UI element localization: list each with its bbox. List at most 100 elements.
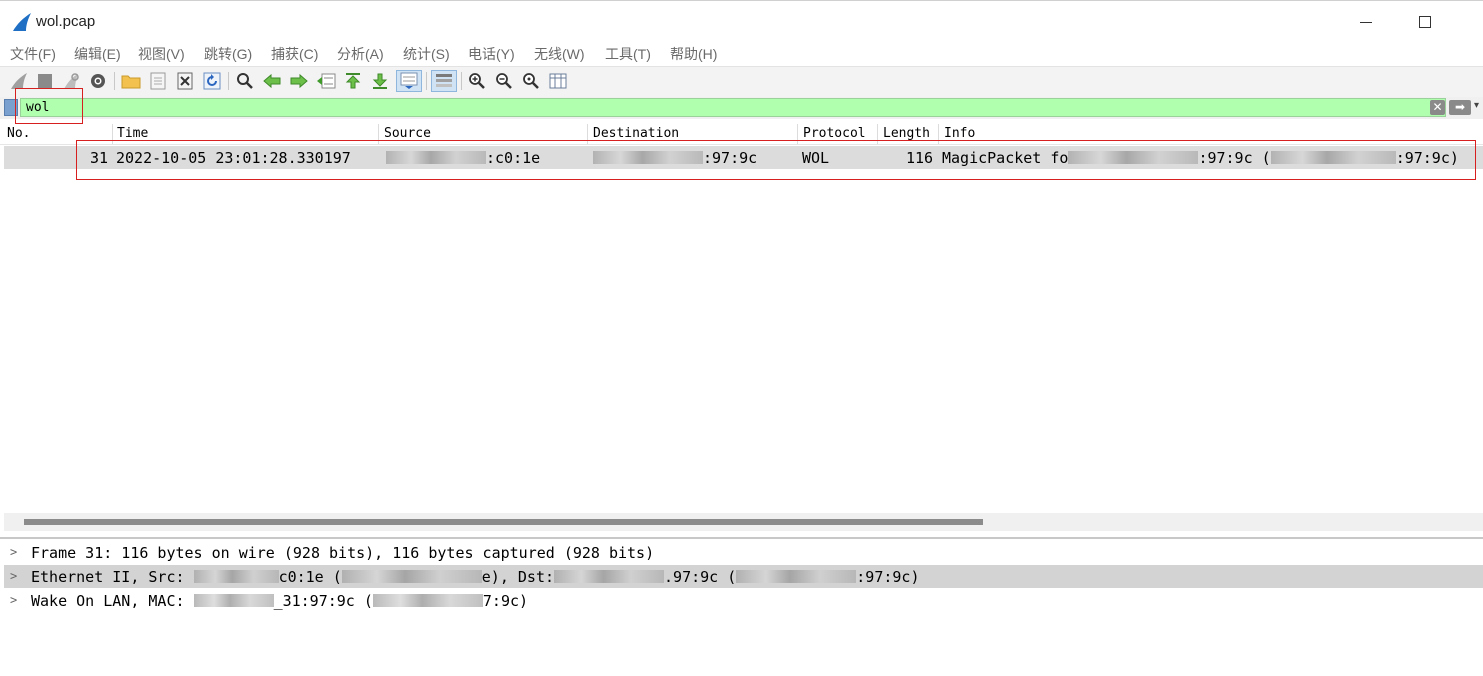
column-header-info[interactable]: Info xyxy=(944,126,975,141)
detail-row-frame[interactable]: > Frame 31: 116 bytes on wire (928 bits)… xyxy=(4,541,1483,564)
go-first-packet-button[interactable] xyxy=(342,70,364,92)
gear-icon xyxy=(91,74,105,88)
close-file-button[interactable] xyxy=(174,70,196,92)
packet-no: 31 xyxy=(90,149,109,167)
detail-ethernet-text: Ethernet II, Src: c0:1e (e), Dst: .97:9c … xyxy=(31,568,920,586)
packet-destination: :97:9c xyxy=(593,149,757,167)
detail-frame-text: Frame 31: 116 bytes on wire (928 bits), … xyxy=(31,544,655,562)
auto-scroll-icon xyxy=(400,72,418,89)
minimize-button[interactable] xyxy=(1351,9,1381,35)
column-header-no[interactable]: No. xyxy=(7,126,30,141)
menu-capture[interactable]: 捕获(C) xyxy=(271,44,318,64)
shark-fin-icon xyxy=(11,73,27,89)
close-icon: ✕ xyxy=(1432,100,1443,114)
maximize-button[interactable] xyxy=(1410,9,1440,35)
stop-icon xyxy=(38,74,52,88)
display-filter-input[interactable] xyxy=(20,98,1446,117)
menu-file[interactable]: 文件(F) xyxy=(10,44,56,64)
capture-options-button[interactable] xyxy=(87,70,109,92)
redacted-mask xyxy=(341,570,482,583)
detail-row-ethernet[interactable]: > Ethernet II, Src: c0:1e (e), Dst: .97:9… xyxy=(4,565,1483,588)
auto-scroll-button[interactable] xyxy=(396,70,422,92)
restart-capture-button[interactable] xyxy=(60,70,82,92)
wireshark-fin-icon xyxy=(13,13,31,31)
stop-capture-button[interactable] xyxy=(34,70,56,92)
packet-list-header: No. Time Source Destination Protocol Len… xyxy=(0,124,1483,145)
zoom-out-icon xyxy=(496,73,512,89)
zoom-in-button[interactable] xyxy=(466,70,488,92)
menu-view[interactable]: 视图(V) xyxy=(138,44,185,64)
column-header-time[interactable]: Time xyxy=(117,126,148,141)
redacted-mask xyxy=(386,151,486,164)
go-to-packet-button[interactable] xyxy=(315,70,337,92)
redacted-mask xyxy=(372,594,483,607)
minimize-icon xyxy=(1360,21,1372,23)
column-header-destination[interactable]: Destination xyxy=(593,126,679,141)
reload-file-button[interactable] xyxy=(201,70,223,92)
scrollbar-thumb[interactable] xyxy=(24,519,983,525)
go-last-packet-button[interactable] xyxy=(369,70,391,92)
packet-source: :c0:1e xyxy=(386,149,540,167)
start-capture-button[interactable] xyxy=(8,70,30,92)
apply-filter-button[interactable]: ➡ xyxy=(1449,100,1471,115)
close-file-icon xyxy=(177,72,193,90)
folder-icon xyxy=(121,75,141,89)
redacted-mask xyxy=(193,594,274,607)
menu-wireless[interactable]: 无线(W) xyxy=(534,44,585,64)
column-header-protocol[interactable]: Protocol xyxy=(803,126,866,141)
menu-statistics[interactable]: 统计(S) xyxy=(403,44,450,64)
arrow-right-icon xyxy=(290,73,308,89)
chevron-right-icon[interactable]: > xyxy=(10,593,17,607)
detail-wol-text: Wake On LAN, MAC: _31:97:9c (7:9c) xyxy=(31,592,529,610)
go-forward-button[interactable] xyxy=(288,70,310,92)
redacted-mask xyxy=(193,570,279,583)
save-file-button[interactable] xyxy=(147,70,169,92)
packet-row[interactable]: 31 2022-10-05 23:01:28.330197 :c0:1e :97… xyxy=(4,146,1483,169)
open-file-button[interactable] xyxy=(120,70,142,92)
colorize-icon xyxy=(436,74,452,87)
zoom-in-icon xyxy=(469,73,485,89)
clear-filter-button[interactable]: ✕ xyxy=(1430,100,1445,115)
menu-analyze[interactable]: 分析(A) xyxy=(337,44,384,64)
menu-go[interactable]: 跳转(G) xyxy=(204,44,252,64)
arrow-left-icon xyxy=(263,73,281,89)
packet-info: MagicPacket fo:97:9c (:97:9c) xyxy=(942,149,1459,167)
title-bar: wol.pcap xyxy=(0,0,1483,42)
menu-help[interactable]: 帮助(H) xyxy=(670,44,717,64)
arrow-right-icon: ➡ xyxy=(1454,100,1466,114)
colorize-button[interactable] xyxy=(431,70,457,92)
main-toolbar xyxy=(0,66,1483,97)
redacted-mask xyxy=(736,570,857,583)
menu-edit[interactable]: 编辑(E) xyxy=(74,44,121,64)
reload-icon xyxy=(203,72,221,90)
filter-history-dropdown[interactable]: ▾ xyxy=(1474,100,1479,111)
packet-time: 2022-10-05 23:01:28.330197 xyxy=(116,149,351,167)
maximize-icon xyxy=(1419,16,1431,28)
resize-columns-icon xyxy=(549,73,567,89)
column-header-source[interactable]: Source xyxy=(384,126,431,141)
arrow-down-icon xyxy=(372,73,388,89)
packet-protocol: WOL xyxy=(802,149,830,167)
zoom-out-button[interactable] xyxy=(493,70,515,92)
zoom-reset-icon xyxy=(523,73,539,89)
chevron-down-icon: ▾ xyxy=(1474,100,1480,111)
display-filter-bar: ✕ ➡ ▾ xyxy=(0,97,1483,119)
chevron-right-icon[interactable]: > xyxy=(10,569,17,583)
search-icon xyxy=(237,73,253,89)
menu-telephony[interactable]: 电话(Y) xyxy=(468,44,515,64)
window-title: wol.pcap xyxy=(36,13,96,30)
arrow-up-icon xyxy=(345,73,361,89)
packet-length: 116 xyxy=(906,149,934,167)
pane-divider[interactable] xyxy=(0,537,1483,539)
chevron-right-icon[interactable]: > xyxy=(10,545,17,559)
document-icon xyxy=(150,72,166,90)
menu-tools[interactable]: 工具(T) xyxy=(605,44,651,64)
filter-bookmark-button[interactable] xyxy=(4,99,18,116)
resize-columns-button[interactable] xyxy=(547,70,569,92)
go-back-button[interactable] xyxy=(261,70,283,92)
menu-bar: 文件(F) 编辑(E) 视图(V) 跳转(G) 捕获(C) 分析(A) 统计(S… xyxy=(0,42,1483,66)
find-packet-button[interactable] xyxy=(234,70,256,92)
detail-row-wol[interactable]: > Wake On LAN, MAC: _31:97:9c (7:9c) xyxy=(4,589,1483,612)
column-header-length[interactable]: Length xyxy=(883,126,930,141)
normal-size-button[interactable] xyxy=(520,70,542,92)
